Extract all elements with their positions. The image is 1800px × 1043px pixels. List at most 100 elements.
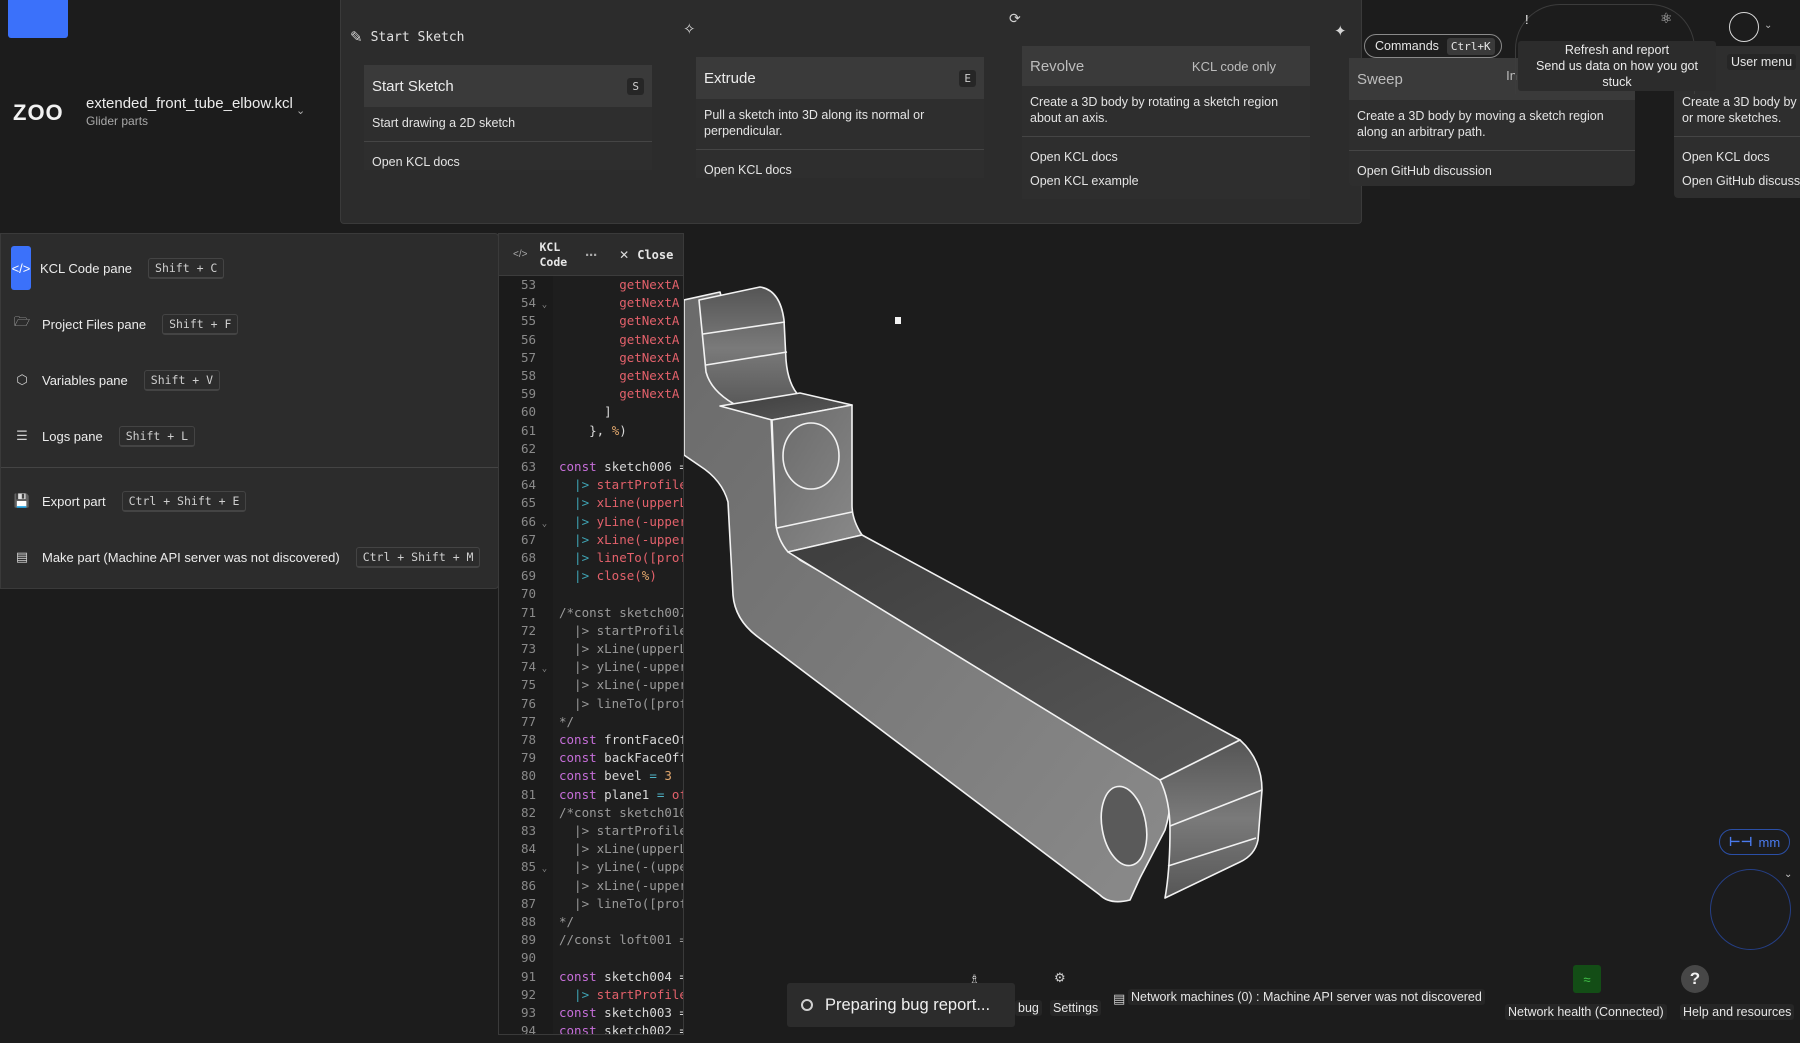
code-line[interactable]: 86 |> xLine(-upper [499, 877, 683, 895]
code-token: */ [559, 914, 575, 929]
chevron-down-icon[interactable]: ⌄ [296, 104, 305, 117]
code-line[interactable]: 60 ] [499, 403, 683, 421]
code-line[interactable]: 92 |> startProfile [499, 986, 683, 1004]
code-line[interactable]: 80 const bevel = 3 [499, 767, 683, 785]
code-line[interactable]: 91 const sketch004 = [499, 968, 683, 986]
code-line[interactable]: 72 |> startProfile [499, 622, 683, 640]
extrude-icon[interactable]: ✧ [683, 20, 696, 38]
code-line[interactable]: 87 |> lineTo([prof [499, 895, 683, 913]
code-line[interactable]: 81 const plane1 = of [499, 786, 683, 804]
open-kcl-example-link[interactable]: Open KCL example [1022, 165, 1310, 199]
3d-viewport[interactable] [683, 233, 1800, 1043]
project-name: Glider parts [86, 114, 149, 128]
code-line[interactable]: 55 getNextA [499, 312, 683, 330]
code-line[interactable]: 77 */ [499, 713, 683, 731]
pane-item-project-files[interactable]: 🗁 Project Files pane Shift + F [1, 302, 498, 346]
settings-button[interactable]: Settings [1050, 1000, 1102, 1016]
pane-item-variables[interactable]: ⬡ Variables pane Shift + V [1, 358, 498, 402]
code-line[interactable]: 57 getNextA [499, 349, 683, 367]
code-line[interactable]: 59 getNextA [499, 385, 683, 403]
code-line[interactable]: 65 |> xLine(upperL [499, 494, 683, 512]
code-text: |> lineTo([prof [553, 895, 683, 913]
network-health-label[interactable]: Network health (Connected) [1505, 1004, 1667, 1020]
code-text: getNextA [553, 294, 679, 312]
commands-button[interactable]: Commands Ctrl+K [1364, 34, 1502, 58]
code-token: |> [559, 531, 590, 547]
settings-sliders-icon[interactable]: ⚙ [1054, 970, 1066, 986]
line-number: 67 [520, 531, 536, 547]
status-note: KCL code only [1191, 58, 1276, 74]
code-line[interactable]: 71 /*const sketch007 [499, 604, 683, 622]
code-line[interactable]: 89 //const loft001 = [499, 931, 683, 949]
open-github-discussion-link[interactable]: Open GitHub discussion [1674, 165, 1800, 189]
code-text: |> startProfile [553, 476, 683, 494]
code-line[interactable]: 58 getNextA [499, 367, 683, 385]
code-line[interactable]: 74 ⌄ |> yLine(-upper [499, 658, 683, 676]
close-icon[interactable]: ✕ [619, 248, 629, 262]
code-line[interactable]: 64 |> startProfile [499, 476, 683, 494]
code-line[interactable]: 70 [499, 585, 683, 603]
make-part-button[interactable]: ▤ Make part (Machine API server was not … [1, 535, 498, 579]
open-github-discussion-link[interactable]: Open GitHub discussion [1349, 151, 1635, 179]
line-number: 53 [520, 277, 536, 292]
open-kcl-docs-link[interactable]: Open KCL docs [1674, 137, 1800, 165]
view-gizmo[interactable] [1710, 869, 1791, 950]
code-text: */ [553, 713, 574, 731]
code-line[interactable]: 67 |> xLine(-upper [499, 531, 683, 549]
code-line[interactable]: 75 |> xLine(-upper [499, 676, 683, 694]
code-text: */ [553, 913, 574, 931]
code-line[interactable]: 94 const sketch002 = [499, 1022, 683, 1034]
code-line[interactable]: 63 const sketch006 = [499, 458, 683, 476]
tooltip-start-sketch: Start Sketch S Start drawing a 2D sketch… [364, 65, 652, 170]
chevron-down-icon[interactable]: ⌄ [1784, 869, 1792, 880]
code-token: /*const sketch010 [559, 804, 684, 820]
user-avatar[interactable] [1729, 12, 1759, 42]
code-line[interactable]: 82 /*const sketch010 [499, 804, 684, 822]
code-line[interactable]: 66 ⌄ |> yLine(-upper [499, 513, 683, 531]
start-sketch-button[interactable]: ✎ Start Sketch [350, 28, 465, 46]
more-options-button[interactable]: ⋯ [585, 248, 597, 262]
project-file-name[interactable]: extended_front_tube_elbow.kcl [86, 95, 293, 112]
network-machines-status[interactable]: Network machines (0) : Machine API serve… [1128, 989, 1485, 1005]
open-kcl-docs-link[interactable]: Open KCL docs [364, 142, 652, 170]
code-line[interactable]: 76 |> lineTo([prof [499, 695, 683, 713]
code-line[interactable]: 62 [499, 440, 683, 458]
part-middle-face [771, 404, 863, 553]
code-line[interactable]: 61 }, %) [499, 422, 683, 440]
wifi-icon[interactable]: ≈ [1573, 965, 1601, 993]
code-line[interactable]: 88 */ [499, 913, 683, 931]
refresh-report-icon[interactable]: ⚛ [1660, 10, 1673, 27]
code-line[interactable]: 53 getNextA [499, 276, 683, 294]
code-line[interactable]: 56 getNextA [499, 331, 683, 349]
pane-item-logs[interactable]: ☰ Logs pane Shift + L [1, 414, 498, 458]
refresh-report-button[interactable]: Refresh and report Send us data on how y… [1518, 41, 1716, 91]
code-line[interactable]: 85 ⌄ |> yLine(-(uppe [499, 858, 683, 876]
code-line[interactable]: 73 |> xLine(upperL [499, 640, 683, 658]
code-line[interactable]: 90 [499, 949, 683, 967]
chevron-down-icon[interactable]: ⌄ [1764, 20, 1772, 31]
units-button[interactable]: ⊢⊣ mm [1719, 829, 1790, 855]
zoo-logo[interactable]: ZOO [13, 100, 64, 126]
revolve-icon[interactable]: ⟳ [1009, 10, 1021, 27]
sweep-icon[interactable]: ✦ [1334, 22, 1347, 40]
line-number: 88 [520, 914, 536, 929]
app-menu-button[interactable] [8, 0, 68, 38]
code-line[interactable]: 54 ⌄ getNextA [499, 294, 683, 312]
code-line[interactable]: 68 |> lineTo([prof [499, 549, 683, 567]
code-token: const [559, 459, 597, 474]
code-line[interactable]: 83 |> startProfile [499, 822, 683, 840]
close-button[interactable]: Close [637, 248, 673, 262]
help-resources-label[interactable]: Help and resources [1680, 1004, 1795, 1020]
code-line[interactable]: 69 |> close(%) [499, 567, 683, 585]
open-kcl-docs-link[interactable]: Open KCL docs [1022, 137, 1310, 165]
open-kcl-docs-link[interactable]: Open KCL docs [696, 150, 984, 178]
pane-item-kcl-code[interactable]: </> KCL Code pane Shift + C [1, 246, 498, 290]
bug-icon[interactable]: ♗ [969, 972, 980, 986]
code-line[interactable]: 78 const frontFaceOf [499, 731, 683, 749]
code-line[interactable]: 79 const backFaceOff [499, 749, 683, 767]
code-line[interactable]: 84 |> xLine(upperL [499, 840, 683, 858]
report-bug-button[interactable]: bug [1015, 1000, 1042, 1016]
code-line[interactable]: 93 const sketch003 = [499, 1004, 683, 1022]
export-part-button[interactable]: 💾 Export part Ctrl + Shift + E [1, 479, 498, 523]
help-icon[interactable]: ? [1681, 965, 1709, 993]
